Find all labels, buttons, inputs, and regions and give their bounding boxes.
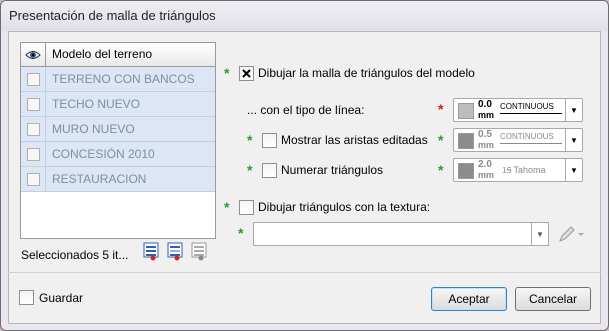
edit-pencil-icon[interactable]: [557, 224, 585, 244]
dialog-window: Presentación de malla de triángulos Mode…: [0, 0, 609, 331]
dropdown-arrow-icon[interactable]: ▼: [565, 159, 582, 181]
eye-icon: [25, 50, 41, 59]
table-toolbar: [142, 241, 210, 261]
draw-model-checkbox[interactable]: [239, 66, 254, 81]
show-edited-edges-label: Mostrar las aristas editadas: [281, 133, 428, 147]
row-checkbox-cell: [21, 167, 46, 191]
text-style-icon: 1Ꞩ: [502, 166, 512, 175]
footer-separator: [8, 272, 601, 273]
font-name-text: Tahoma: [513, 165, 546, 175]
title-bar[interactable]: Presentación de malla de triángulos: [1, 1, 608, 31]
draw-model-label: Dibujar la malla de triángulos del model…: [258, 66, 475, 80]
line-preview: [500, 113, 562, 114]
draw-texture-label: Dibujar triángulos con la textura:: [258, 200, 431, 214]
line-width-unit: mm: [478, 110, 495, 120]
color-swatch: [458, 103, 474, 119]
check-mark-icon: [242, 69, 251, 78]
window-title: Presentación de malla de triángulos: [9, 8, 216, 23]
table-row[interactable]: TECHO NUEVO: [21, 92, 215, 117]
invert-selection-icon[interactable]: [166, 241, 186, 261]
required-marker: *: [224, 65, 230, 81]
show-edited-edges-checkbox[interactable]: [262, 133, 277, 148]
column-header-terrain-model[interactable]: Modelo del terreno: [46, 43, 152, 66]
row-checkbox-cell: [21, 67, 46, 91]
texture-select[interactable]: ▼: [253, 222, 549, 246]
required-marker: *: [247, 162, 253, 178]
line-preview: [500, 143, 562, 144]
row-checkbox[interactable]: [26, 147, 40, 161]
row-label: MURO NUEVO: [52, 122, 135, 136]
required-marker: *: [247, 132, 253, 148]
draw-texture-checkbox[interactable]: [239, 200, 254, 215]
table-row[interactable]: RESTAURACION: [21, 167, 215, 192]
line-type-name: CONTINUOUS: [500, 132, 554, 141]
row-checkbox[interactable]: [26, 72, 40, 86]
cancel-button[interactable]: Cancelar: [515, 287, 591, 311]
select-all-icon[interactable]: [142, 241, 162, 261]
row-label: TERRENO CON BANCOS: [52, 72, 195, 86]
terrain-model-table: Modelo del terreno TERRENO CON BANCOS TE…: [20, 42, 216, 239]
number-triangles-checkbox[interactable]: [262, 163, 277, 178]
required-marker: *: [438, 101, 444, 117]
row-checkbox[interactable]: [26, 122, 40, 136]
required-marker: *: [238, 225, 244, 241]
save-checkbox[interactable]: [19, 290, 34, 305]
save-label: Guardar: [39, 291, 84, 305]
text-height-value: 2.0: [478, 159, 492, 170]
table-row[interactable]: CONCESIÓN 2010: [21, 142, 215, 167]
required-marker: *: [224, 199, 230, 215]
line-type-label: ... con el tipo de línea:: [247, 103, 365, 117]
row-label: RESTAURACION: [52, 172, 147, 186]
text-height-unit: mm: [478, 170, 495, 180]
visibility-column-header[interactable]: [21, 43, 46, 66]
row-label: CONCESIÓN 2010: [52, 147, 155, 161]
line-width-value: 0.0: [478, 99, 492, 110]
row-label: TECHO NUEVO: [52, 97, 141, 111]
table-row[interactable]: MURO NUEVO: [21, 117, 215, 142]
line-width-unit: mm: [478, 140, 495, 150]
dropdown-arrow-icon[interactable]: ▼: [565, 129, 582, 151]
row-checkbox[interactable]: [26, 172, 40, 186]
dropdown-arrow-icon[interactable]: ▼: [531, 223, 548, 245]
line-type-name: CONTINUOUS: [500, 102, 554, 111]
deselect-all-icon[interactable]: [190, 241, 210, 261]
dialog-client-area: Modelo del terreno TERRENO CON BANCOS TE…: [8, 31, 601, 324]
table-row[interactable]: TERRENO CON BANCOS: [21, 67, 215, 92]
number-text-style-selector[interactable]: 2.0 mm 1Ꞩ Tahoma ▼: [453, 158, 583, 182]
required-marker: *: [438, 162, 444, 178]
number-triangles-label: Numerar triángulos: [281, 163, 384, 177]
selection-count-label: Seleccionados 5 it...: [21, 248, 129, 262]
row-checkbox-cell: [21, 117, 46, 141]
row-checkbox-cell: [21, 92, 46, 116]
accept-button[interactable]: Aceptar: [431, 287, 507, 311]
font-name: 1Ꞩ Tahoma: [502, 165, 546, 176]
line-type-selector[interactable]: 0.0 mm CONTINUOUS ▼: [453, 98, 583, 122]
row-checkbox-cell: [21, 142, 46, 166]
color-swatch: [458, 163, 474, 179]
line-width-value: 0.5: [478, 129, 492, 140]
dropdown-arrow-icon[interactable]: ▼: [565, 99, 582, 121]
color-swatch: [458, 133, 474, 149]
table-header: Modelo del terreno: [21, 43, 215, 67]
required-marker: *: [438, 132, 444, 148]
edited-line-type-selector[interactable]: 0.5 mm CONTINUOUS ▼: [453, 128, 583, 152]
row-checkbox[interactable]: [26, 97, 40, 111]
